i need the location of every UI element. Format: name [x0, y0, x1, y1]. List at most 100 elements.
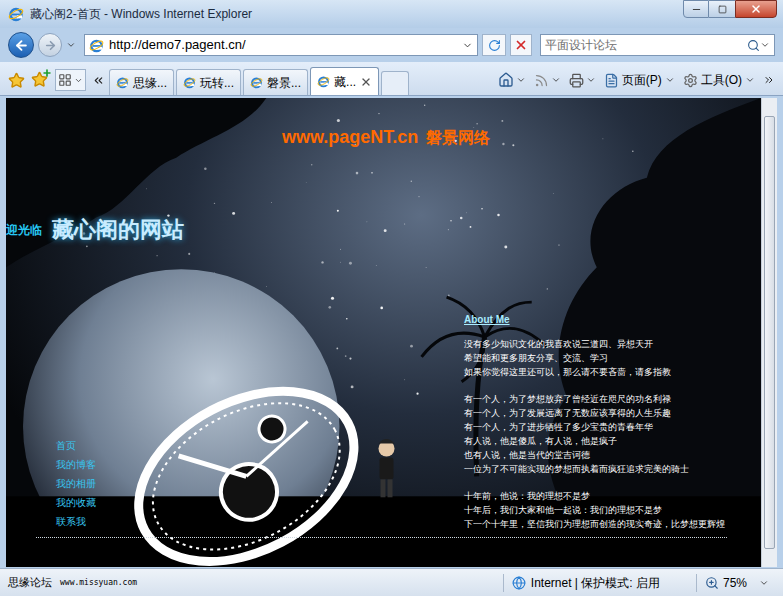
about-paragraph: 十年前，他说：我的理想不是梦十年后，我们大家和他一起说：我们的理想不是梦下一个十…	[464, 489, 725, 531]
nav-link[interactable]: 我的博客	[56, 455, 464, 474]
back-button[interactable]	[8, 32, 34, 58]
ie-icon	[183, 76, 196, 89]
new-tab-button[interactable]	[381, 71, 409, 95]
nav-link[interactable]: 我的相册	[56, 474, 464, 493]
about-paragraph: 没有多少知识文化的我喜欢说三道四、异想天开希望能和更多朋友分享、交流、学习如果你…	[464, 337, 725, 379]
command-label: 页面(P)	[622, 71, 662, 89]
about-heading[interactable]: About Me	[464, 312, 725, 327]
tab-label: 磐景...	[267, 74, 301, 92]
print-icon	[569, 73, 584, 88]
watermark-name: 思缘论坛	[8, 574, 52, 591]
stop-button[interactable]	[510, 34, 532, 56]
scrollbar-thumb[interactable]	[764, 116, 775, 549]
clock	[109, 357, 383, 567]
maximize-icon	[718, 5, 727, 14]
more-commands-icon[interactable]	[763, 74, 775, 86]
scroll-tabs-left-icon[interactable]	[92, 74, 105, 87]
forward-icon	[44, 39, 57, 52]
about-line: 有一个人，为了进步牺牲了多少宝贵的青春年华	[464, 420, 725, 434]
refresh-button[interactable]	[482, 34, 506, 56]
about-line: 也有人说，他是当代的堂吉诃德	[464, 448, 725, 462]
favorites-icon[interactable]	[8, 72, 25, 89]
browser-tab[interactable]: 思缘...	[109, 69, 174, 95]
globe-icon	[512, 576, 526, 590]
history-dropdown-icon[interactable]	[66, 40, 76, 50]
zone-label: Internet | 保护模式: 启用	[531, 574, 660, 592]
tab-label: 玩转...	[200, 74, 234, 92]
about-line: 十年后，我们大家和他一起说：我们的理想不是梦	[464, 503, 725, 517]
browser-tab[interactable]: 玩转...	[176, 69, 241, 95]
search-dropdown-icon[interactable]	[760, 40, 770, 50]
nav-link[interactable]: 我的收藏	[56, 493, 464, 512]
tree-left	[6, 98, 266, 267]
about-paragraph: 有一个人，为了梦想放弃了曾经近在咫尺的功名利禄有一个人，为了发展远离了无数应该享…	[464, 392, 725, 476]
zoom-control[interactable]: 75%	[696, 574, 775, 592]
tab-row: 思缘... 玩转... 磐景... 藏... 页面(P) 工具(O)	[0, 62, 783, 96]
tab-label: 藏...	[334, 73, 356, 91]
plus-icon	[42, 68, 52, 78]
nav-link[interactable]: 首页	[56, 436, 464, 455]
welcome-text: 迎光临	[6, 221, 42, 239]
watermark: 思缘论坛 www.missyuan.com	[8, 574, 137, 591]
watermark-url: www.missyuan.com	[60, 577, 137, 589]
feeds-button[interactable]	[534, 73, 561, 88]
command-dropdown-icon	[745, 75, 755, 85]
stop-icon	[514, 38, 528, 52]
about-line: 有一个人，为了梦想放弃了曾经近在咫尺的功名利禄	[464, 392, 725, 406]
tools-icon	[683, 73, 698, 88]
command-button[interactable]: 页面(P)	[604, 71, 675, 89]
command-button[interactable]: 工具(O)	[683, 71, 755, 89]
nav-link[interactable]: 联系我	[56, 512, 464, 531]
about-line: 一位为了不可能实现的梦想而执着而疯狂追求完美的骑士	[464, 462, 725, 476]
scrollbar[interactable]	[761, 98, 777, 567]
window-title: 藏心阁2-首页 - Windows Internet Explorer	[30, 5, 252, 23]
quick-tabs-icon	[58, 73, 72, 87]
print-button[interactable]	[569, 73, 596, 88]
maximize-button[interactable]	[709, 0, 735, 18]
command-dropdown-icon	[665, 75, 675, 85]
home-button[interactable]	[498, 72, 526, 88]
ie-icon	[250, 76, 263, 89]
browser-tab[interactable]: 藏...	[310, 67, 379, 95]
logo-domain: www.pageNT.cn	[282, 124, 418, 151]
tab-list-dropdown-icon	[74, 76, 83, 85]
forward-button[interactable]	[38, 33, 62, 57]
address-field[interactable]: http://demo7.pagent.cn/	[84, 34, 478, 56]
ie-icon	[8, 6, 24, 22]
ie-icon	[89, 38, 104, 53]
logo-name: 磐景网络	[426, 126, 490, 150]
ie-icon	[317, 75, 330, 88]
close-icon	[750, 3, 762, 15]
address-dropdown-icon[interactable]	[462, 40, 473, 51]
about-line: 十年前，他说：我的理想不是梦	[464, 489, 725, 503]
security-zone[interactable]: Internet | 保护模式: 启用	[503, 574, 660, 592]
zoom-level: 75%	[723, 574, 747, 592]
ie-window: 藏心阁2-首页 - Windows Internet Explorer http:…	[0, 0, 783, 596]
about-line: 下一个十年里，坚信我们为理想而创造的现实奇迹，比梦想更辉煌	[464, 517, 725, 531]
footer-divider	[36, 537, 727, 538]
address-url: http://demo7.pagent.cn/	[109, 35, 457, 55]
search-field[interactable]: 平面设计论坛	[540, 34, 775, 56]
tab-close-icon[interactable]	[360, 76, 372, 88]
feeds-icon	[534, 73, 549, 88]
tab-label: 思缘...	[133, 74, 167, 92]
about-line: 没有多少知识文化的我喜欢说三道四、异想天开	[464, 337, 725, 351]
quick-tabs-button[interactable]	[55, 69, 86, 91]
search-placeholder: 平面设计论坛	[545, 36, 747, 54]
browser-tab[interactable]: 磐景...	[243, 69, 308, 95]
minimize-button[interactable]	[683, 0, 709, 18]
add-favorite-button[interactable]	[31, 71, 49, 89]
page-icon	[604, 73, 619, 88]
web-page: www.pageNT.cn 磐景网络迎光临藏心阁的网站首页我的博客我的相册我的收藏…	[6, 98, 761, 567]
about-line: 有一个人，为了发展远离了无数应该享得的人生乐趣	[464, 406, 725, 420]
search-icon[interactable]	[747, 39, 760, 52]
close-button[interactable]	[735, 0, 777, 18]
site-logo: www.pageNT.cn 磐景网络	[6, 124, 761, 151]
title-bar: 藏心阁2-首页 - Windows Internet Explorer	[0, 0, 783, 28]
print-dropdown-icon	[586, 75, 596, 85]
site-title: 藏心阁的网站	[52, 213, 184, 246]
about-line: 有人说，他是傻瓜，有人说，他是疯子	[464, 434, 725, 448]
site-nav: 首页我的博客我的相册我的收藏联系我	[6, 436, 464, 531]
ground	[6, 496, 761, 567]
command-label: 工具(O)	[701, 71, 742, 89]
